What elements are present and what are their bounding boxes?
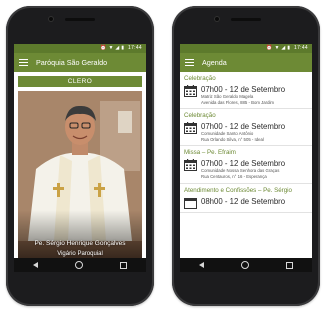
event-title: Atendimento e Confissões – Pe. Sérgio [184,186,293,194]
event-title: Celebração [184,75,216,82]
person-role: Vigário Paroquial [57,251,103,257]
agenda-list: Celebração 07h00 - 12 de Setembro Matriz… [180,72,312,258]
home-icon[interactable] [240,261,249,269]
screen-right: ⏰ ▼ ◢ ▮ 17:44 Agenda Celebração 07h00 - … [180,44,312,272]
speaker-grille [65,18,95,21]
camera-icon [48,16,54,22]
back-icon[interactable] [32,262,38,268]
app-title: Agenda [202,58,227,67]
event-time: 07h00 - 12 de Setembro [201,122,286,132]
speaker-grille [231,18,261,21]
agenda-item[interactable]: Celebração 07h00 - 12 de Setembro Comuni… [180,109,312,147]
status-bar: ⏰ ▼ ◢ ▮ 17:44 [14,44,146,53]
hamburger-icon[interactable] [19,59,28,66]
status-time: 17:44 [127,45,142,51]
status-icons: ⏰ ▼ ◢ ▮ [266,45,291,51]
event-title: Missa – Pe. Efraim [184,149,236,157]
status-time: 17:44 [293,45,308,51]
phone-left: ⏰ ▼ ◢ ▮ 17:44 Paróquia São Geraldo CLERO [6,6,154,306]
event-address: Rua Centauros, n° 16 - Esperança [201,173,267,179]
priest-photo[interactable]: Pe. Sérgio Henrique Gonçalves Vigário Pa… [18,91,142,258]
agenda-item[interactable]: Atendimento e Confissões – Pe. Sérgio 08… [180,184,312,213]
app-title: Paróquia São Geraldo [36,58,108,67]
home-icon[interactable] [74,261,83,269]
recent-apps-icon[interactable] [286,261,294,269]
section-header: CLERO [18,76,142,87]
calendar-icon [184,122,197,135]
calendar-icon [184,197,197,209]
android-nav-bar [14,258,146,272]
phone-right: ⏰ ▼ ◢ ▮ 17:44 Agenda Celebração 07h00 - … [172,6,320,306]
event-time: 07h00 - 12 de Setembro [201,85,286,94]
agenda-item[interactable]: Celebração 07h00 - 12 de Setembro Matriz… [180,72,312,110]
event-time: 07h00 - 12 de Setembro [201,159,286,169]
person-name: Pe. Sérgio Henrique Gonçalves [34,240,126,247]
event-title: Celebração [184,112,216,120]
agenda-item[interactable]: Missa – Pe. Efraim 07h00 - 12 de Setembr… [180,146,312,184]
status-bar: ⏰ ▼ ◢ ▮ 17:44 [180,44,312,53]
back-icon[interactable] [198,262,204,268]
event-address: Avenida das Flores, 885 - Bom Jardim [201,99,275,105]
recent-apps-icon[interactable] [120,261,128,269]
event-time: 08h00 - 12 de Setembro [201,196,286,206]
event-address: Rua Orlando Silva, n° 505 - Ideal [201,136,264,142]
screen-left: ⏰ ▼ ◢ ▮ 17:44 Paróquia São Geraldo CLERO [14,44,146,272]
android-nav-bar [180,258,312,272]
camera-icon [214,16,220,22]
calendar-icon [184,159,197,172]
hamburger-icon[interactable] [185,59,194,66]
app-bar: Agenda [180,53,312,72]
calendar-icon [184,85,197,97]
app-bar: Paróquia São Geraldo [14,53,146,72]
status-icons: ⏰ ▼ ◢ ▮ [100,45,125,51]
